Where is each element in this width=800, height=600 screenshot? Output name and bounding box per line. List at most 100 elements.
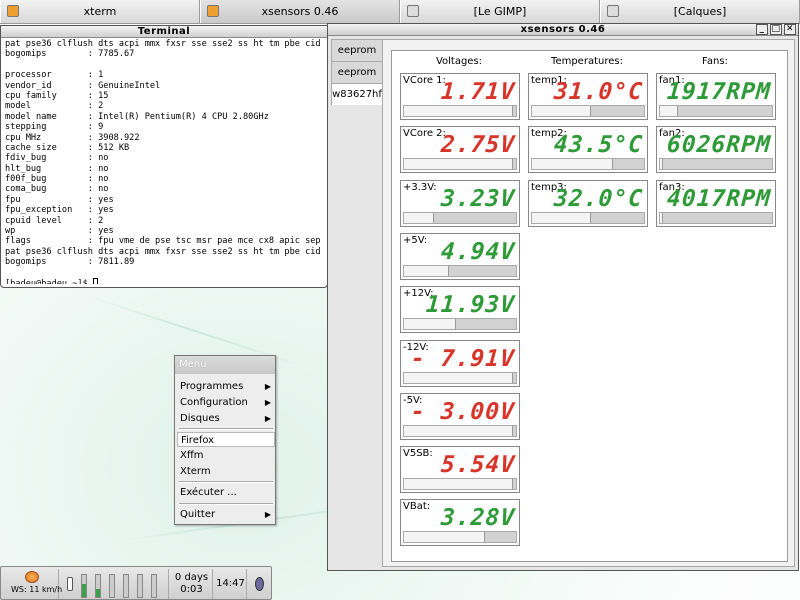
menu-item[interactable]: Xterm (177, 464, 275, 479)
clock[interactable]: 14:47 (215, 569, 247, 599)
task-button[interactable]: [Le GIMP] (400, 0, 600, 23)
sensor-level-fill (404, 425, 513, 436)
voltages-header: Voltages: (435, 56, 483, 67)
sensor-level-bar (403, 478, 517, 491)
dock-panel: WS: 11 km/h 0 days 0:03 14:47 (0, 566, 272, 600)
uptime-days: 0 days (174, 572, 209, 583)
submenu-arrow-icon: ▶ (264, 414, 271, 423)
task-label: [Calques] (673, 5, 727, 18)
sensor-value: 43.5°C (552, 132, 644, 159)
menu-item-label: Configuration (180, 397, 248, 408)
sensor-level-bar (403, 318, 517, 331)
sensor-value: 31.0°C (552, 79, 644, 105)
load-meter (123, 574, 129, 598)
menu-separator (179, 503, 273, 505)
menu-item-label: Programmes (180, 381, 244, 392)
xsensors-window[interactable]: xsensors 0.46 _ □ ✕ eeprom eeprom w83627hf… (327, 23, 799, 571)
terminal-prompt[interactable]: [badeu@badeu ~]$ (5, 279, 93, 284)
submenu-arrow-icon: ▶ (264, 510, 271, 519)
sensor-value: 5.54V (439, 452, 516, 479)
sensor-level-fill (404, 265, 449, 276)
submenu-arrow-icon: ▶ (264, 398, 271, 407)
terminal-line: pat pse36 clflush dts acpi mmx fxsr sse … (5, 39, 321, 49)
terminal-line: pat pse36 clflush dts acpi mmx fxsr sse … (5, 246, 321, 257)
terminal-line: bogomips : 7785.67 (5, 49, 135, 60)
sensor-grid: Voltages: Temperatures: Fans: VCore 1: 1.… (391, 50, 788, 562)
sensor-value: 2.75V (439, 132, 516, 159)
menu-item[interactable]: Configuration ▶ (177, 395, 275, 410)
sensor-value: 3.23V (439, 185, 516, 212)
terminal-cursor (92, 277, 98, 284)
menu-item-label: Quitter (180, 509, 216, 520)
menu-item-label: Xterm (180, 466, 211, 477)
menu-item[interactable]: Programmes ▶ (177, 379, 275, 394)
sensor-value: 4017RPM (666, 185, 772, 212)
terminal-title[interactable]: Terminal (1, 26, 327, 38)
temperatures-header: Temperatures: (551, 56, 623, 67)
sensor-label: VCore 1: (403, 75, 446, 86)
terminal-window[interactable]: Terminal pat pse36 clflush dts acpi mmx … (0, 25, 328, 288)
task-button[interactable]: [Calques] (600, 0, 800, 23)
load-meter (81, 574, 87, 598)
weather-text: WS: 11 km/h (11, 585, 63, 594)
weather-applet[interactable]: WS: 11 km/h (3, 569, 63, 599)
sensor-level-bar (403, 105, 517, 117)
terminal-line: cache size : 512 KB (5, 142, 130, 153)
mixer-applet[interactable] (249, 569, 271, 599)
voltage-sensor: V5SB: 5.54V (400, 446, 520, 494)
terminal-icon (7, 5, 19, 17)
temperature-sensor: temp2: 43.5°C (528, 126, 648, 174)
sensor-label: VBat: (403, 501, 431, 513)
voltage-sensor: +5V: 4.94V (400, 232, 520, 280)
sensor-level-bar (403, 211, 517, 224)
fans-header: Fans: (702, 56, 728, 67)
task-label: xsensors 0.46 (261, 5, 339, 18)
load-meter (95, 574, 101, 598)
terminal-output[interactable]: pat pse36 clflush dts acpi mmx fxsr sse … (3, 39, 325, 284)
sensor-label: +5V: (403, 234, 428, 246)
tab-w83627hf[interactable]: w83627hf (331, 83, 383, 105)
sensor-label: V5SB: (403, 448, 433, 460)
uptime-applet: 0 days 0:03 (171, 569, 213, 599)
menu-item[interactable]: Quitter ▶ (177, 507, 275, 522)
load-meter (151, 574, 157, 598)
sensor-label: +3.3V: (403, 181, 437, 193)
voltage-sensor: -5V: - 3.00V (400, 392, 520, 440)
sensor-value: - 7.91V (410, 345, 516, 372)
sensor-level-bar (531, 105, 645, 117)
menu-separator (179, 428, 273, 430)
chip-tabs: eeprom eeprom w83627hf (331, 39, 383, 105)
terminal-line: fdiv_bug : no (5, 153, 109, 164)
sensor-level-fill (404, 159, 513, 170)
maximize-button[interactable]: □ (770, 24, 782, 35)
menu-item[interactable]: Xffm (177, 448, 275, 463)
terminal-line: hlt_bug : no (5, 163, 109, 174)
terminal-line: cpuid level : 2 (5, 215, 104, 226)
sensor-value: 3.28V (439, 505, 516, 532)
sensor-panel: Voltages: Temperatures: Fans: VCore 1: 1.… (382, 39, 795, 567)
load-meter (137, 574, 143, 598)
task-button[interactable]: xterm (0, 0, 200, 23)
menu-item[interactable]: Exécuter ... (177, 485, 275, 500)
fan-sensor: fan1: 1917RPM (656, 73, 776, 120)
menu-item-label: Firefox (181, 435, 215, 446)
close-button[interactable]: ✕ (784, 24, 796, 35)
xsensors-titlebar[interactable]: xsensors 0.46 _ □ ✕ (328, 24, 798, 36)
menu-item[interactable]: Firefox (177, 432, 275, 447)
sensor-icon (207, 5, 219, 17)
sensor-level-fill (532, 106, 592, 116)
taskbar: xterm xsensors 0.46 [Le GIMP] [Calques] (0, 0, 800, 24)
xsensors-title: xsensors 0.46 (520, 24, 606, 35)
tab-eeprom[interactable]: eeprom (331, 61, 383, 83)
sensor-value: 11.93V (424, 292, 516, 319)
sensor-level-fill (404, 319, 456, 330)
terminal-line: fpu_exception : yes (5, 205, 114, 216)
tab-eeprom[interactable]: eeprom (331, 39, 383, 61)
task-label: [Le GIMP] (473, 5, 527, 18)
minimize-button[interactable]: _ (756, 24, 768, 35)
menu-item[interactable]: Disques ▶ (177, 411, 275, 426)
sensor-level-fill (532, 212, 592, 223)
sensor-level-fill (404, 479, 513, 490)
task-button[interactable]: xsensors 0.46 (200, 0, 400, 23)
